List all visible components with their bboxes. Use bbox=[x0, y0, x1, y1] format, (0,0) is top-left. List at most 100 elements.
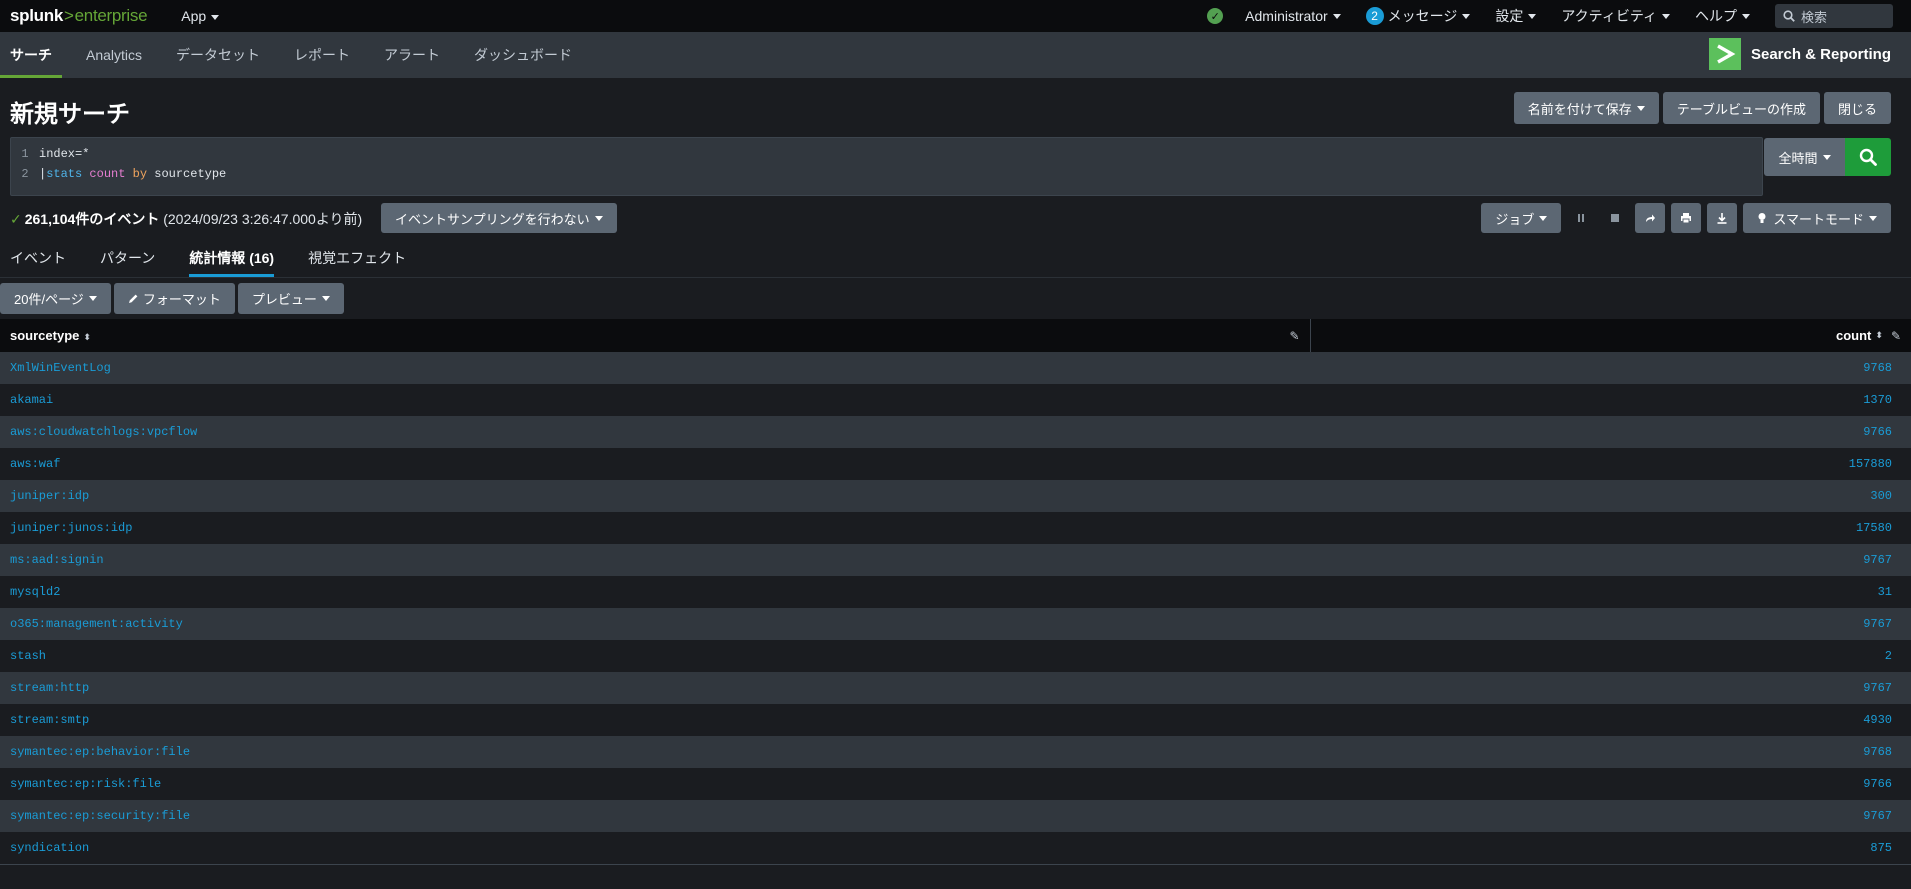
table-row: o365:management:activity 9767 bbox=[0, 608, 1911, 640]
table-body: XmlWinEventLog 9768 akamai 1370 aws:cloudwat… bbox=[0, 352, 1911, 865]
time-range-label: 全時間 bbox=[1778, 150, 1818, 166]
results-tab-label: 視覚エフェクト bbox=[308, 250, 407, 266]
nav-tab-label: Analytics bbox=[86, 47, 143, 63]
create-table-view-button[interactable]: テーブルビューの作成 bbox=[1662, 92, 1820, 124]
app-brand[interactable]: Search & Reporting bbox=[1708, 38, 1891, 70]
format-label: フォーマット bbox=[142, 292, 221, 307]
nav-tab-analytics[interactable]: Analytics bbox=[86, 32, 142, 78]
count-cell[interactable]: 300 bbox=[1310, 480, 1911, 512]
column-header-label: sourcetype bbox=[10, 328, 80, 343]
count-cell[interactable]: 9767 bbox=[1310, 800, 1911, 832]
count-cell[interactable]: 1370 bbox=[1310, 384, 1911, 416]
nav-tab-datasets[interactable]: データセット bbox=[176, 32, 260, 78]
count-cell[interactable]: 9768 bbox=[1310, 352, 1911, 384]
table-row: syndication 875 bbox=[0, 832, 1911, 865]
splunk-logo[interactable]: splunk > enterprise bbox=[10, 6, 148, 26]
sourcetype-cell[interactable]: stream:smtp bbox=[0, 704, 1310, 736]
results-table: sourcetype ⬍ ✎ count ⬍ ✎ XmlWinEventLog 976… bbox=[0, 319, 1911, 865]
search-icon bbox=[1783, 10, 1795, 22]
print-icon bbox=[1681, 213, 1692, 224]
app-menu[interactable]: App bbox=[181, 8, 220, 24]
search-submit-button[interactable] bbox=[1845, 138, 1891, 176]
app-logo-icon bbox=[1708, 38, 1741, 70]
tab-statistics[interactable]: 統計情報 (16) bbox=[189, 242, 274, 277]
export-button[interactable] bbox=[1707, 203, 1738, 233]
table-row: aws:cloudwatchlogs:vpcflow 9766 bbox=[0, 416, 1911, 448]
stop-icon[interactable] bbox=[1601, 203, 1629, 233]
nav-tab-alerts[interactable]: アラート bbox=[384, 32, 440, 78]
sourcetype-cell[interactable]: aws:waf bbox=[0, 448, 1310, 480]
count-cell[interactable]: 2 bbox=[1310, 640, 1911, 672]
nav-tab-reports[interactable]: レポート bbox=[294, 32, 350, 78]
editor-line: 1 index=* bbox=[11, 145, 89, 163]
sourcetype-cell[interactable]: stash bbox=[0, 640, 1310, 672]
sourcetype-cell[interactable]: akamai bbox=[0, 384, 1310, 416]
message-count-badge: 2 bbox=[1365, 7, 1384, 25]
sourcetype-cell[interactable]: juniper:idp bbox=[0, 480, 1310, 512]
event-sampling-dropdown[interactable]: イベントサンプリングを行わない bbox=[381, 203, 617, 233]
sourcetype-cell[interactable]: ms:aad:signin bbox=[0, 544, 1310, 576]
sourcetype-cell[interactable]: o365:management:activity bbox=[0, 608, 1310, 640]
nav-tab-search[interactable]: サーチ bbox=[0, 32, 62, 78]
pencil-icon[interactable]: ✎ bbox=[1289, 329, 1299, 343]
count-cell[interactable]: 4930 bbox=[1310, 704, 1911, 736]
sourcetype-cell[interactable]: symantec:ep:risk:file bbox=[0, 768, 1310, 800]
app-menu-label: App bbox=[181, 8, 207, 24]
count-cell[interactable]: 9767 bbox=[1310, 544, 1911, 576]
time-range-picker[interactable]: 全時間 bbox=[1764, 138, 1845, 176]
save-as-button[interactable]: 名前を付けて保存 bbox=[1513, 92, 1659, 124]
sourcetype-cell[interactable]: aws:cloudwatchlogs:vpcflow bbox=[0, 416, 1310, 448]
per-page-dropdown[interactable]: 20件/ページ bbox=[0, 283, 111, 314]
search-mode-dropdown[interactable]: スマートモード bbox=[1743, 203, 1891, 233]
nav-tab-dashboards[interactable]: ダッシュボード bbox=[474, 32, 572, 78]
download-icon bbox=[1717, 213, 1727, 224]
editor-line: 2 |stats count by sourcetype bbox=[11, 165, 226, 183]
check-circle-icon[interactable]: ✓ bbox=[1207, 8, 1224, 24]
user-menu[interactable]: Administrator bbox=[1245, 8, 1341, 24]
close-button[interactable]: 閉じる bbox=[1823, 92, 1891, 124]
query-command: stats bbox=[46, 167, 83, 181]
sort-icon[interactable]: ⬍ bbox=[1875, 330, 1883, 341]
print-button[interactable] bbox=[1671, 203, 1702, 233]
sourcetype-cell[interactable]: symantec:ep:security:file bbox=[0, 800, 1310, 832]
pencil-icon[interactable]: ✎ bbox=[1891, 329, 1901, 343]
sourcetype-cell[interactable]: stream:http bbox=[0, 672, 1310, 704]
sourcetype-cell[interactable]: mysqld2 bbox=[0, 576, 1310, 608]
pause-icon[interactable] bbox=[1567, 203, 1595, 233]
preview-dropdown[interactable]: プレビュー bbox=[237, 283, 344, 314]
count-cell[interactable]: 157880 bbox=[1310, 448, 1911, 480]
count-cell[interactable]: 17580 bbox=[1310, 512, 1911, 544]
settings-menu[interactable]: 設定 bbox=[1495, 6, 1537, 26]
sort-icon[interactable]: ⬍ bbox=[83, 332, 91, 342]
tab-visualization[interactable]: 視覚エフェクト bbox=[308, 242, 406, 277]
search-mode-label: スマートモード bbox=[1773, 211, 1864, 227]
count-cell[interactable]: 875 bbox=[1310, 832, 1911, 865]
count-cell[interactable]: 9768 bbox=[1310, 736, 1911, 768]
table-row: symantec:ep:security:file 9767 bbox=[0, 800, 1911, 832]
caret-down-icon bbox=[1332, 13, 1341, 19]
activity-menu[interactable]: アクティビティ bbox=[1561, 6, 1670, 26]
count-cell[interactable]: 31 bbox=[1310, 576, 1911, 608]
column-header-sourcetype[interactable]: sourcetype ⬍ ✎ bbox=[0, 319, 1311, 352]
tab-events[interactable]: イベント bbox=[10, 242, 66, 277]
global-search-input[interactable]: 検索 bbox=[1775, 4, 1893, 28]
table-row: akamai 1370 bbox=[0, 384, 1911, 416]
sourcetype-cell[interactable]: juniper:junos:idp bbox=[0, 512, 1310, 544]
column-header-count[interactable]: count ⬍ ✎ bbox=[1310, 319, 1911, 352]
messages-menu[interactable]: 2 メッセージ bbox=[1365, 6, 1471, 26]
format-button[interactable]: フォーマット bbox=[113, 283, 235, 314]
share-button[interactable] bbox=[1635, 203, 1666, 233]
count-cell[interactable]: 9766 bbox=[1310, 416, 1911, 448]
search-editor[interactable]: 1 index=* 2 |stats count by sourcetype bbox=[10, 137, 1763, 196]
job-menu-button[interactable]: ジョブ bbox=[1481, 203, 1562, 233]
count-cell[interactable]: 9767 bbox=[1310, 672, 1911, 704]
sourcetype-cell[interactable]: XmlWinEventLog bbox=[0, 352, 1310, 384]
help-menu[interactable]: ヘルプ bbox=[1695, 6, 1750, 26]
app-navigation: サーチ Analytics データセット レポート アラート ダッシュボード S… bbox=[0, 32, 1911, 78]
sourcetype-cell[interactable]: syndication bbox=[0, 832, 1310, 865]
page-title: 新規サーチ bbox=[10, 101, 130, 128]
tab-patterns[interactable]: パターン bbox=[100, 242, 155, 277]
count-cell[interactable]: 9766 bbox=[1310, 768, 1911, 800]
sourcetype-cell[interactable]: symantec:ep:behavior:file bbox=[0, 736, 1310, 768]
count-cell[interactable]: 9767 bbox=[1310, 608, 1911, 640]
